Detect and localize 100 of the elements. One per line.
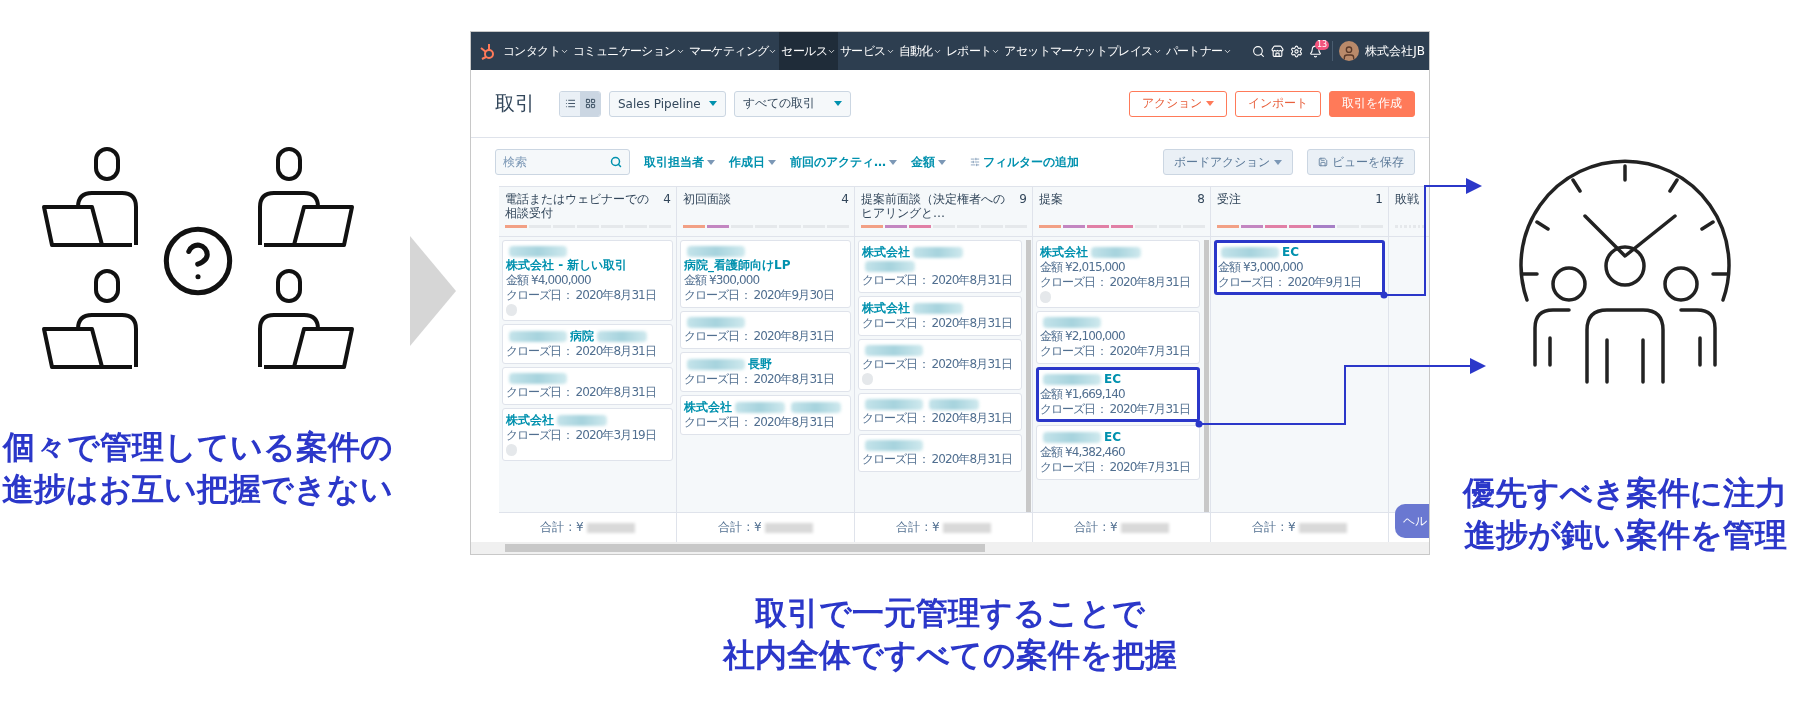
deal-card[interactable]: クローズ日： 2020年8月31日 <box>858 434 1022 472</box>
total-amount: 合計 : ¥ <box>1252 519 1296 536</box>
deal-card[interactable]: 長野 クローズ日： 2020年8月31日 <box>680 352 851 392</box>
redacted-text <box>557 415 607 426</box>
deal-title[interactable]: EC <box>1104 430 1121 445</box>
close-date: クローズ日： 2020年8月31日 <box>862 273 1013 288</box>
deal-card[interactable]: クローズ日： 2020年8月31日 <box>502 367 673 405</box>
actions-button[interactable]: アクション <box>1129 90 1227 117</box>
redacted-text <box>586 522 635 533</box>
deal-card[interactable]: 株式会社 金額 ¥2,015,000 クローズ日： 2020年8月31日 <box>1036 240 1200 308</box>
deal-card[interactable]: EC 金額 ¥4,382,460 クローズ日： 2020年7月31日 <box>1036 425 1200 480</box>
filter-dropdown[interactable]: 金額 <box>911 153 946 171</box>
help-button[interactable]: ヘル <box>1395 504 1429 538</box>
deal-title[interactable]: EC <box>1282 245 1299 260</box>
deal-card[interactable]: 株式会社 クローズ日： 2020年8月31日 <box>858 296 1022 336</box>
redacted-text <box>913 303 963 314</box>
close-date: クローズ日： 2020年7月31日 <box>1040 460 1191 475</box>
deal-card[interactable]: EC 金額 ¥1,669,140 クローズ日： 2020年7月31日 <box>1036 367 1200 422</box>
redacted-text <box>1043 317 1101 328</box>
view-dropdown[interactable]: すべての取引 <box>734 90 851 117</box>
total-amount: 合計 : ¥ <box>896 519 940 536</box>
nav-menu-item[interactable]: コンタクト <box>501 32 571 70</box>
close-date: クローズ日： 2020年8月31日 <box>684 372 835 387</box>
deal-title[interactable]: 株式会社 <box>862 245 910 260</box>
stage-name: 受注 <box>1217 192 1241 206</box>
deal-amount: 金額 ¥1,669,140 <box>1040 387 1126 402</box>
search-field[interactable]: 検索 <box>495 149 630 175</box>
nav-menu-item[interactable]: マーケティング <box>686 32 780 70</box>
redacted-text <box>509 331 567 342</box>
deal-card[interactable]: クローズ日： 2020年8月31日 <box>858 339 1022 390</box>
save-view-button[interactable]: ビューを保存 <box>1307 149 1415 175</box>
marketplace-icon[interactable] <box>1271 44 1285 58</box>
redacted-text <box>1221 247 1279 258</box>
stage-name: 初回面談 <box>683 192 731 206</box>
nav-menu-item[interactable]: セールス <box>779 32 839 70</box>
deal-count: 4 <box>663 192 671 208</box>
filter-dropdown[interactable]: 作成日 <box>729 153 776 171</box>
deal-card[interactable]: 病院 クローズ日： 2020年8月31日 <box>502 324 673 364</box>
scrollbar[interactable] <box>1204 240 1209 512</box>
redacted-text <box>509 246 567 257</box>
board-actions-button[interactable]: ボードアクション <box>1163 149 1293 175</box>
nav-menu-item[interactable]: レポート <box>943 32 1003 70</box>
nav-menu-item[interactable]: パートナー <box>1163 32 1234 70</box>
close-date: クローズ日： 2020年9月1日 <box>1218 275 1363 290</box>
close-date: クローズ日： 2020年8月31日 <box>862 316 1013 331</box>
deal-card[interactable]: クローズ日： 2020年8月31日 <box>858 393 1022 431</box>
deal-card[interactable]: 金額 ¥2,100,000 クローズ日： 2020年7月31日 <box>1036 311 1200 364</box>
nav-menu-item[interactable]: 自動化 <box>896 32 944 70</box>
horizontal-scrollbar[interactable] <box>471 542 1429 554</box>
settings-icon[interactable] <box>1290 44 1304 58</box>
filter-dropdown[interactable]: 取引担当者 <box>644 153 715 171</box>
search-icon[interactable] <box>1252 44 1266 58</box>
total-amount: 合計 : ¥ <box>540 519 584 536</box>
caption-line: 優先すべき案件に注力 <box>1463 473 1787 514</box>
deal-card[interactable]: 株式会社 クローズ日： 2020年3月19日 <box>502 408 673 461</box>
redacted-text <box>865 440 923 451</box>
deal-title[interactable]: 株式会社 <box>1040 245 1088 260</box>
arrow-icon <box>409 236 456 346</box>
caption-line: 個々で管理している案件の <box>2 427 393 468</box>
deal-card[interactable]: 株式会社 クローズ日： 2020年8月31日 <box>680 395 851 435</box>
list-view-button[interactable] <box>560 91 580 116</box>
save-icon <box>1318 157 1328 167</box>
account-name[interactable]: 株式会社JB <box>1365 42 1425 60</box>
deal-amount: 金額 ¥2,015,000 <box>1040 260 1126 275</box>
deal-title[interactable]: 病院 <box>570 329 594 344</box>
redacted-text <box>509 373 567 384</box>
close-date: クローズ日： 2020年7月31日 <box>1040 402 1191 417</box>
pipeline-dropdown[interactable]: Sales Pipeline <box>609 90 726 117</box>
sprocket-logo-icon <box>479 42 495 60</box>
board-view-button[interactable] <box>580 91 600 116</box>
import-button[interactable]: インポート <box>1235 90 1321 117</box>
deal-card[interactable]: クローズ日： 2020年8月31日 <box>680 311 851 349</box>
deal-title[interactable]: 株式会社 <box>862 301 910 316</box>
deal-title[interactable]: 病院_看護師向けLP <box>684 258 791 273</box>
add-filter-link[interactable]: フィルターの追加 <box>970 153 1079 171</box>
deal-card[interactable]: 株式会社 クローズ日： 2020年8月31日 <box>858 240 1022 293</box>
caption-line: 社内全体ですべての案件を把握 <box>723 634 1177 676</box>
deal-title[interactable]: 株式会社 <box>684 400 732 415</box>
deal-title[interactable]: EC <box>1104 372 1121 387</box>
close-date: クローズ日： 2020年8月31日 <box>684 415 835 430</box>
stage-name: 敗戦 <box>1395 192 1419 206</box>
total-amount: 合計 : ¥ <box>718 519 762 536</box>
redacted-text <box>1043 432 1101 443</box>
filter-dropdown[interactable]: 前回のアクティ… <box>790 153 897 171</box>
deal-card[interactable]: 株式会社 - 新しい取引 金額 ¥4,000,000 クローズ日： 2020年8月31日 <box>502 240 673 321</box>
deal-amount: 金額 ¥2,100,000 <box>1040 329 1126 344</box>
deal-title[interactable]: 株式会社 - 新しい取引 <box>506 258 628 273</box>
deal-title[interactable]: 長野 <box>748 357 772 372</box>
close-date: クローズ日： 2020年8月31日 <box>862 411 1013 426</box>
deal-card[interactable]: EC 金額 ¥3,000,000 クローズ日： 2020年9月1日 <box>1214 240 1385 295</box>
deal-title[interactable]: 株式会社 <box>506 413 554 428</box>
redacted-text <box>791 402 841 413</box>
scrollbar[interactable] <box>1026 240 1031 512</box>
avatar-icon[interactable] <box>1339 41 1360 61</box>
redacted-text <box>687 246 745 257</box>
notification-badge: 13 <box>1315 39 1330 50</box>
nav-menu-item[interactable]: コミュニケーション <box>571 32 687 70</box>
deal-card[interactable]: 病院_看護師向けLP 金額 ¥300,000 クローズ日： 2020年9月30日 <box>680 240 851 308</box>
nav-menu-item[interactable]: サービス <box>838 32 897 70</box>
nav-menu-item[interactable]: アセットマーケットプレイス <box>1002 32 1164 70</box>
